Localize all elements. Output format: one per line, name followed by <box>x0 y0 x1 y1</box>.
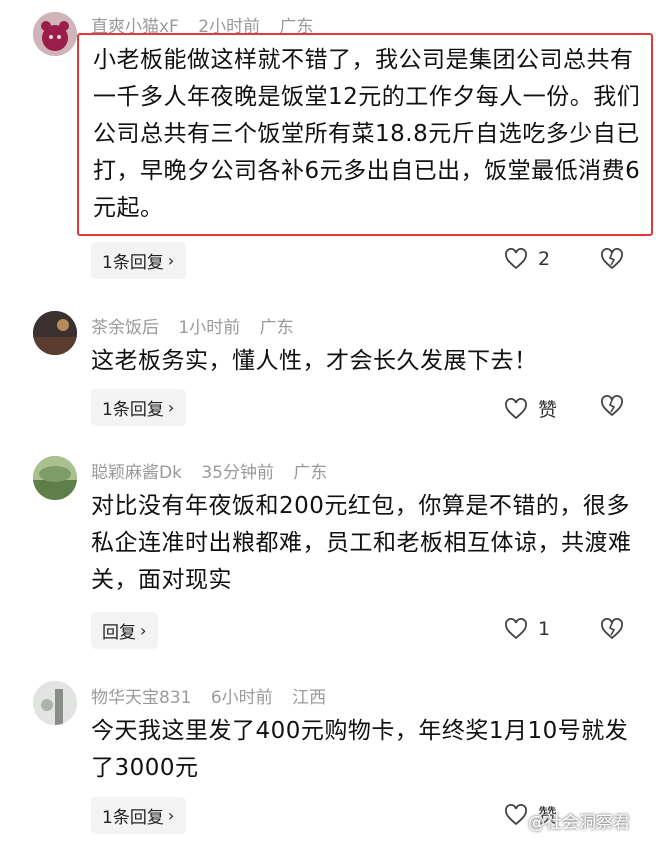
avatar-landscape-icon <box>33 311 77 355</box>
view-replies-button[interactable]: 1条回复 › <box>91 797 187 834</box>
broken-heart-icon <box>601 618 623 640</box>
username[interactable]: 聪颖麻酱Dk <box>91 463 182 483</box>
reply-label: 1条回复 <box>102 400 164 420</box>
avatar[interactable] <box>33 681 77 725</box>
dislike-button[interactable] <box>599 395 625 421</box>
timestamp: 35分钟前 <box>201 463 274 483</box>
like-button[interactable]: 赞 <box>504 395 557 422</box>
like-count: 1 <box>538 618 551 640</box>
comment-item: 聪颖麻酱Dk 35分钟前 广东 对比没有年夜饭和200元红包，你算是不错的，很多… <box>0 450 660 660</box>
broken-heart-icon <box>601 395 623 417</box>
watermark-text: @社会洞察君 <box>528 813 630 833</box>
reply-label: 回复 <box>102 623 136 643</box>
username[interactable]: 茶余饭后 <box>91 318 159 338</box>
highlight-annotation-box <box>77 33 653 236</box>
chevron-right-icon: › <box>167 251 175 270</box>
location: 江西 <box>292 688 327 708</box>
avatar[interactable] <box>33 311 77 355</box>
broken-heart-icon <box>601 248 623 270</box>
like-count: 2 <box>538 248 551 270</box>
comment-text: 这老板务实，懂人性，才会长久发展下去！ <box>91 348 538 374</box>
reply-label: 1条回复 <box>102 808 164 828</box>
comment-item: 茶余饭后 1小时前 广东 这老板务实，懂人性，才会长久发展下去！ 1条回复 › … <box>0 305 660 435</box>
avatar-nature-icon <box>33 456 77 500</box>
view-replies-button[interactable]: 1条回复 › <box>91 389 187 426</box>
dislike-button[interactable] <box>599 618 625 644</box>
comment-meta: 茶余饭后 1小时前 广东 <box>91 313 308 338</box>
comment-meta: 聪颖麻酱Dk 35分钟前 广东 <box>91 458 341 483</box>
like-button[interactable]: 1 <box>504 618 550 640</box>
avatar[interactable] <box>33 12 77 56</box>
comment-text: 对比没有年夜饭和200元红包，你算是不错的，很多私企连准时出粮都难，员工和老板相… <box>91 493 632 593</box>
like-button[interactable]: 2 <box>504 248 550 270</box>
chevron-right-icon: › <box>167 398 175 417</box>
like-count: 赞 <box>538 399 558 421</box>
view-replies-button[interactable]: 1条回复 › <box>91 242 187 279</box>
dislike-button[interactable] <box>599 248 625 274</box>
username[interactable]: 物华天宝831 <box>91 688 191 708</box>
location: 广东 <box>293 463 328 483</box>
comment-meta: 物华天宝831 6小时前 江西 <box>91 683 340 708</box>
reply-button[interactable]: 回复 › <box>91 612 159 649</box>
avatar[interactable] <box>33 456 77 500</box>
avatar-cat-icon <box>33 12 77 56</box>
reply-label: 1条回复 <box>102 253 164 273</box>
chevron-right-icon: › <box>167 806 175 825</box>
watermark: @社会洞察君 <box>528 808 630 833</box>
timestamp: 6小时前 <box>210 688 273 708</box>
comment-text: 今天我这里发了400元购物卡，年终奖1月10号就发了3000元 <box>91 718 629 781</box>
heart-icon <box>505 618 527 640</box>
timestamp: 1小时前 <box>178 318 241 338</box>
heart-icon <box>505 397 527 419</box>
location: 广东 <box>259 318 294 338</box>
avatar-person-icon <box>33 681 77 725</box>
heart-icon <box>505 248 527 270</box>
chevron-right-icon: › <box>140 621 147 640</box>
heart-icon <box>505 803 527 825</box>
